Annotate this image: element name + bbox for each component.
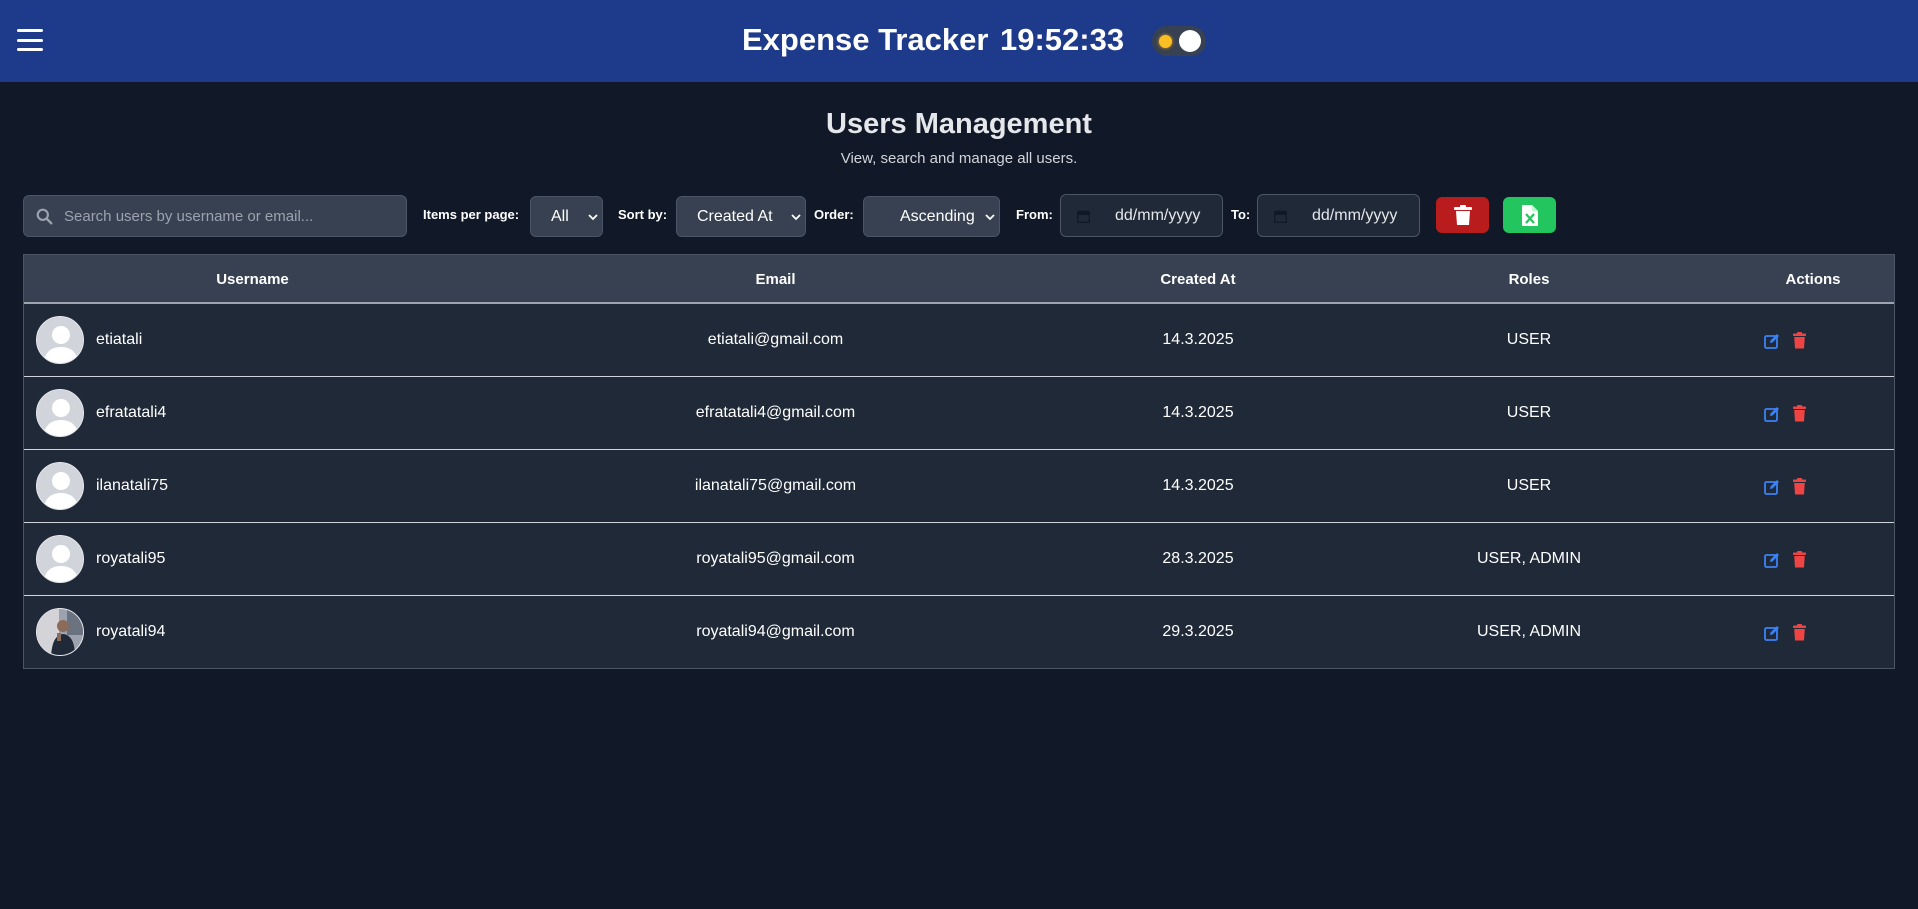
roles-cell: USER bbox=[1506, 477, 1552, 494]
email-cell: ilanatali75@gmail.com bbox=[694, 477, 857, 494]
order-label: Order: bbox=[814, 207, 854, 222]
items-per-page-value: All bbox=[551, 208, 569, 225]
trash-icon[interactable] bbox=[1793, 478, 1806, 495]
theme-toggle[interactable] bbox=[1152, 26, 1206, 56]
export-excel-button[interactable] bbox=[1503, 197, 1556, 233]
to-date-value: dd/mm/yyyy bbox=[1312, 207, 1398, 224]
default-avatar-icon bbox=[36, 535, 84, 583]
edit-icon[interactable] bbox=[1764, 552, 1780, 568]
username-cell: etiatali bbox=[96, 331, 143, 348]
photo-avatar bbox=[36, 608, 84, 656]
to-date-input[interactable]: dd/mm/yyyy bbox=[1257, 194, 1420, 237]
roles-cell: USER, ADMIN bbox=[1476, 623, 1581, 640]
edit-icon[interactable] bbox=[1764, 406, 1780, 422]
roles-cell: USER bbox=[1506, 331, 1552, 348]
chevron-down-icon bbox=[791, 214, 801, 221]
email-cell: etiatali@gmail.com bbox=[707, 331, 844, 348]
delete-selected-button[interactable] bbox=[1436, 197, 1489, 233]
sort-by-value: Created At bbox=[697, 208, 773, 225]
trash-icon[interactable] bbox=[1793, 551, 1806, 568]
roles-cell: USER bbox=[1506, 404, 1552, 421]
created-at-cell: 14.3.2025 bbox=[1162, 404, 1234, 421]
users-table: Username Email Created At Roles Actions … bbox=[23, 254, 1895, 669]
column-header-roles: Roles bbox=[1508, 271, 1550, 288]
chevron-down-icon bbox=[985, 214, 995, 221]
trash-icon bbox=[1453, 204, 1472, 225]
order-value: Ascending bbox=[900, 208, 975, 225]
column-header-username: Username bbox=[216, 271, 289, 288]
page-title: Users Management bbox=[826, 108, 1092, 140]
username-cell: royatali95 bbox=[96, 550, 166, 567]
email-cell: efratatali4@gmail.com bbox=[695, 404, 856, 421]
table-row: ilanatali75 ilanatali75@gmail.com 14.3.2… bbox=[24, 450, 1894, 523]
clock: 19:52:33 bbox=[1000, 22, 1125, 57]
default-avatar-icon bbox=[36, 389, 84, 437]
email-cell: royatali95@gmail.com bbox=[696, 550, 855, 567]
items-per-page-select[interactable]: All bbox=[530, 196, 603, 237]
excel-file-icon bbox=[1521, 204, 1538, 226]
to-label: To: bbox=[1231, 207, 1251, 222]
edit-icon[interactable] bbox=[1764, 479, 1780, 495]
created-at-cell: 14.3.2025 bbox=[1162, 477, 1234, 494]
chevron-down-icon bbox=[588, 214, 598, 221]
table-row: royatali95 royatali95@gmail.com 28.3.202… bbox=[24, 523, 1894, 596]
table-header: Username Email Created At Roles Actions bbox=[24, 255, 1894, 304]
from-date-value: dd/mm/yyyy bbox=[1115, 207, 1201, 224]
search-box bbox=[23, 195, 407, 237]
menu-icon[interactable] bbox=[17, 29, 43, 51]
column-header-actions: Actions bbox=[1785, 271, 1841, 288]
table-row: royatali94 royatali94@gmail.com 29.3.202… bbox=[24, 596, 1894, 669]
calendar-icon bbox=[1077, 210, 1090, 223]
table-row: efratatali4 efratatali4@gmail.com 14.3.2… bbox=[24, 377, 1894, 450]
toggle-knob bbox=[1179, 30, 1201, 52]
column-header-email: Email bbox=[755, 271, 796, 288]
sun-icon bbox=[1159, 35, 1172, 48]
username-cell: efratatali4 bbox=[96, 404, 167, 421]
edit-icon[interactable] bbox=[1764, 625, 1780, 641]
username-cell: ilanatali75 bbox=[96, 477, 169, 494]
created-at-cell: 29.3.2025 bbox=[1162, 623, 1234, 640]
search-input[interactable] bbox=[64, 196, 400, 236]
created-at-cell: 28.3.2025 bbox=[1162, 550, 1234, 567]
created-at-cell: 14.3.2025 bbox=[1162, 331, 1234, 348]
roles-cell: USER, ADMIN bbox=[1476, 550, 1581, 567]
from-date-input[interactable]: dd/mm/yyyy bbox=[1060, 194, 1223, 237]
edit-icon[interactable] bbox=[1764, 333, 1780, 349]
column-header-created-at: Created At bbox=[1160, 271, 1236, 288]
from-label: From: bbox=[1016, 207, 1053, 222]
items-per-page-label: Items per page: bbox=[423, 207, 520, 222]
order-select[interactable]: Ascending bbox=[863, 196, 1000, 237]
trash-icon[interactable] bbox=[1793, 405, 1806, 422]
sort-by-select[interactable]: Created At bbox=[676, 196, 806, 237]
page-subtitle: View, search and manage all users. bbox=[840, 150, 1078, 167]
top-bar: Expense Tracker 19:52:33 bbox=[0, 0, 1918, 82]
app-title: Expense Tracker bbox=[742, 22, 989, 57]
username-cell: royatali94 bbox=[96, 623, 166, 640]
trash-icon[interactable] bbox=[1793, 624, 1806, 641]
table-row: etiatali etiatali@gmail.com 14.3.2025 US… bbox=[24, 304, 1894, 377]
search-icon bbox=[36, 208, 53, 225]
sort-by-label: Sort by: bbox=[618, 207, 668, 222]
default-avatar-icon bbox=[36, 462, 84, 510]
default-avatar-icon bbox=[36, 316, 84, 364]
trash-icon[interactable] bbox=[1793, 332, 1806, 349]
email-cell: royatali94@gmail.com bbox=[696, 623, 855, 640]
calendar-icon bbox=[1274, 210, 1287, 223]
